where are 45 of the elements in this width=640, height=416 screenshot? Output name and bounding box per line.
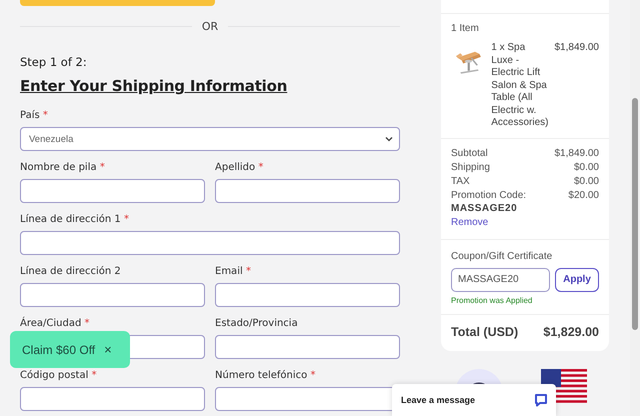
summary-label: Promotion Code: [451, 188, 526, 202]
promo-code: MASSAGE20 [451, 202, 518, 214]
input-field[interactable] [20, 231, 400, 255]
item-price: $1,849.00 [554, 42, 599, 55]
coupon-label: Coupon/Gift Certificate [451, 250, 552, 262]
chat-toast[interactable]: Leave a message [392, 384, 556, 416]
input-field[interactable] [20, 283, 205, 307]
field-label: Email * [215, 265, 251, 279]
close-button[interactable]: × [104, 342, 112, 357]
remove-link[interactable]: Remove [451, 214, 488, 230]
total-label: Total (USD) [451, 324, 518, 338]
apply-button[interactable]: Apply [555, 268, 599, 292]
summary-value: $20.00 [568, 188, 599, 202]
field-label: Línea de dirección 2 [20, 265, 121, 279]
item-count: 1 Item [451, 23, 479, 34]
chevron-icon [385, 136, 393, 142]
field-label: País * [20, 109, 48, 123]
input-field[interactable] [215, 179, 400, 203]
summary-label: Subtotal [451, 146, 488, 160]
coupon-field[interactable]: MASSAGE20 [451, 268, 550, 292]
summary-value: $1,849.00 [554, 146, 599, 160]
field-label: Número telefónico * [215, 369, 316, 383]
summary-label: Shipping [451, 160, 490, 174]
field-label: Estado/Provincia [215, 317, 298, 331]
chat-icon [534, 393, 548, 407]
input-field[interactable] [215, 283, 400, 307]
input-field[interactable] [20, 179, 205, 203]
field-label: Área/Ciudad * [20, 316, 90, 331]
field-label: Línea de dirección 1 * [20, 213, 129, 227]
summary-value: $0.00 [574, 174, 599, 188]
section-heading: Enter Your Shipping Information [20, 76, 288, 97]
claim-offer-toast[interactable]: Claim $60 Off × [10, 331, 130, 368]
input-field[interactable] [20, 387, 205, 411]
summary-value: $0.00 [574, 160, 599, 174]
item-description: 1 x Spa Luxe - Electric Lift Salon & Spa Table (All Electric w. Accessories) [491, 42, 548, 130]
input-field[interactable] [215, 335, 400, 359]
field-label: Nombre de pila * [20, 161, 105, 175]
field-label: Código postal * [20, 369, 97, 383]
promotion-status: Promotion was Applied [451, 296, 532, 306]
summary-label: TAX [451, 174, 470, 188]
total-value: $1,829.00 [543, 324, 599, 338]
step-indicator: Step 1 of 2: [20, 54, 88, 70]
country-select[interactable]: Venezuela [20, 127, 400, 151]
field-label: Apellido * [215, 161, 264, 175]
divider-text: OR [202, 20, 218, 32]
